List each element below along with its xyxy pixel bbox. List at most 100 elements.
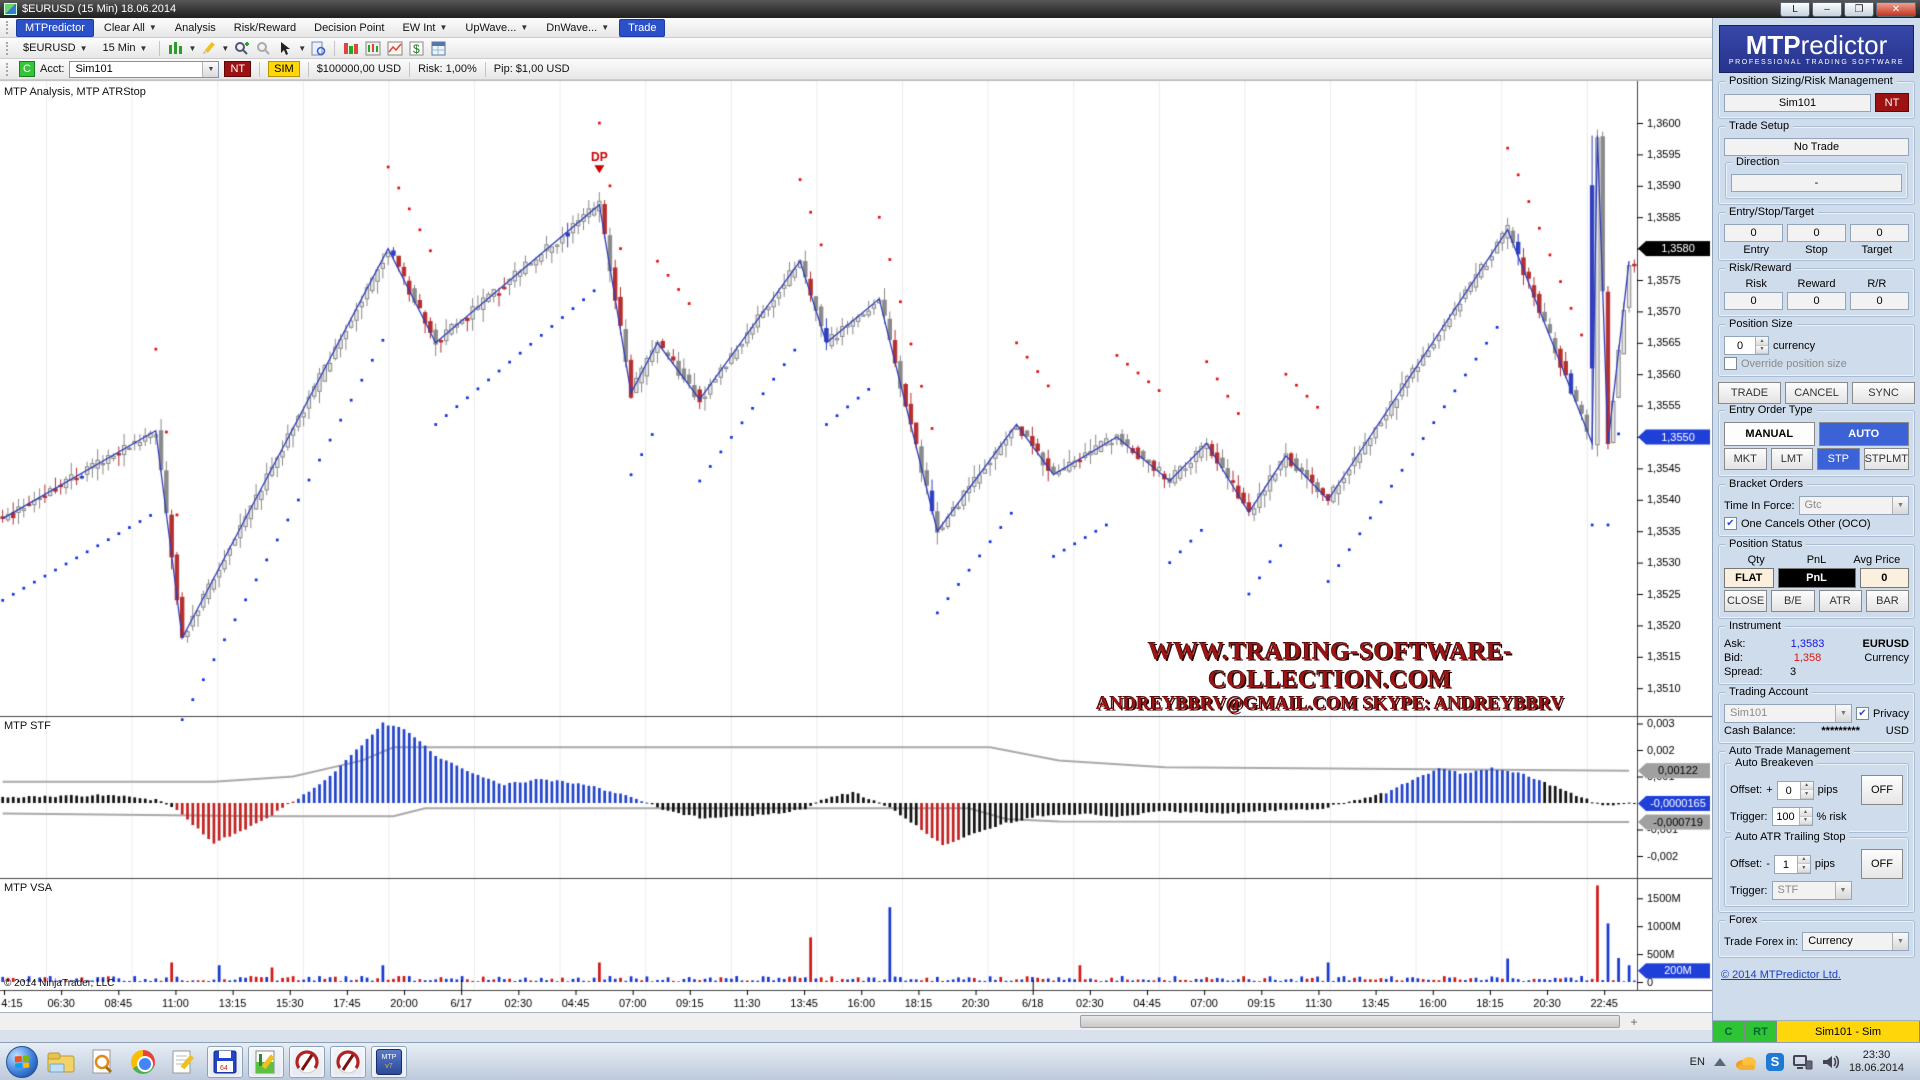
instrument-selector[interactable]: $EURUSD▼ (17, 40, 94, 56)
language-button[interactable]: L (1780, 2, 1810, 17)
tray-date: 18.06.2014 (1849, 1062, 1904, 1075)
start-button[interactable] (6, 1046, 38, 1078)
language-indicator[interactable]: EN (1690, 1056, 1705, 1068)
group-auto-atr-trailing: Auto ATR Trailing Stop Offset: - 1 ▲▼ pi… (1724, 837, 1909, 907)
system-tray: EN S 23:30 18.06.2014 (1690, 1049, 1914, 1075)
spinner-arrows-icon[interactable]: ▲▼ (1800, 782, 1813, 799)
chevron-down-icon: ▼ (149, 23, 157, 32)
spinner-arrows-icon[interactable]: ▲▼ (1799, 808, 1812, 825)
menu-clear-all[interactable]: Clear All▼ (96, 20, 165, 36)
cancel-button[interactable]: CANCEL (1785, 382, 1848, 404)
atr-offset-spinner[interactable]: 1 ▲▼ (1774, 855, 1811, 874)
privacy-checkbox[interactable]: ✔ (1856, 707, 1869, 720)
group-position-sizing: Position Sizing/Risk Management Sim101 N… (1718, 81, 1915, 119)
network-icon[interactable] (1793, 1054, 1813, 1070)
explorer-icon[interactable] (43, 1046, 79, 1078)
account-dropdown[interactable]: Sim101 ▼ (69, 61, 219, 78)
breakeven-button[interactable]: B/E (1771, 590, 1814, 612)
scrollbar-plus-button[interactable]: + (1626, 1014, 1642, 1029)
floppy-save-icon[interactable]: 64 (207, 1046, 243, 1078)
be-trigger-spinner[interactable]: 100 ▲▼ (1772, 807, 1813, 826)
sim-account-chip: Sim101 - Sim (1777, 1021, 1920, 1042)
editor-icon[interactable] (248, 1046, 284, 1078)
pnl-status-field: PnL (1778, 568, 1856, 588)
mkt-button[interactable]: MKT (1724, 448, 1767, 470)
override-checkbox[interactable] (1724, 357, 1737, 370)
menu-upwave[interactable]: UpWave...▼ (457, 20, 536, 36)
auto-mode-button[interactable]: AUTO (1819, 422, 1910, 446)
menu-decision-point[interactable]: Decision Point (306, 20, 392, 36)
spinner-arrows-icon[interactable]: ▲▼ (1797, 856, 1810, 873)
chevron-down-icon[interactable]: ▼ (188, 44, 196, 53)
chart-trader-icon[interactable] (363, 39, 382, 57)
watermark-line2: ANDREYBBRV@GMAIL.COM SKYPE: ANDREYBBRV (1046, 694, 1614, 715)
close-position-button[interactable]: CLOSE (1724, 590, 1767, 612)
tray-chevron-up-icon[interactable] (1714, 1058, 1726, 1066)
be-off-button[interactable]: OFF (1861, 775, 1903, 805)
chevron-down-icon[interactable]: ▼ (298, 44, 306, 53)
manual-mode-button[interactable]: MANUAL (1724, 422, 1815, 446)
zoom-in-icon[interactable] (232, 39, 251, 57)
nt-badge[interactable]: NT (224, 61, 251, 77)
tif-dropdown[interactable]: Gtc ▼ (1799, 496, 1910, 515)
chrome-icon[interactable] (125, 1046, 161, 1078)
cloud-icon[interactable] (1735, 1054, 1757, 1070)
spinner-arrows-icon[interactable]: ▲▼ (1755, 337, 1768, 354)
menu-trade[interactable]: Trade (619, 19, 665, 37)
ninjatrader-icon[interactable] (289, 1046, 325, 1078)
restore-button[interactable]: ❐ (1844, 2, 1874, 17)
menu-dnwave[interactable]: DnWave...▼ (538, 20, 617, 36)
strategy-chart-icon[interactable] (385, 39, 404, 57)
trade-button[interactable]: TRADE (1718, 382, 1781, 404)
oco-checkbox[interactable]: ✔ (1724, 517, 1737, 530)
stplmt-button[interactable]: STPLMT (1864, 448, 1909, 470)
lmt-button[interactable]: LMT (1771, 448, 1814, 470)
mtpredictor-v7-icon[interactable]: MTP v7 (371, 1046, 407, 1078)
menu-mtpredictor[interactable]: MTPredictor (16, 19, 94, 37)
chart-canvas[interactable] (0, 80, 1712, 1012)
menu-analysis[interactable]: Analysis (167, 20, 224, 36)
search-icon[interactable] (84, 1046, 120, 1078)
interval-selector[interactable]: 15 Min▼ (97, 40, 154, 56)
market-analyzer-icon[interactable] (341, 39, 360, 57)
chart-style-icon[interactable] (166, 39, 185, 57)
group-legend: Position Sizing/Risk Management (1725, 75, 1897, 87)
be-offset-spinner[interactable]: 0 ▲▼ (1777, 781, 1814, 800)
cursor-icon[interactable] (276, 39, 295, 57)
drawing-tools-icon[interactable] (199, 39, 218, 57)
ninjatrader-icon[interactable] (330, 1046, 366, 1078)
horizontal-scrollbar[interactable]: + (0, 1012, 1712, 1030)
atr-off-button[interactable]: OFF (1861, 849, 1903, 879)
snapshot-icon[interactable] (309, 39, 328, 57)
trading-account-dropdown[interactable]: Sim101 ▼ (1724, 704, 1852, 723)
scrollbar-thumb[interactable] (1080, 1015, 1620, 1028)
chevron-down-icon: ▼ (202, 62, 218, 77)
atr-trigger-dropdown[interactable]: STF ▼ (1772, 881, 1852, 900)
sim-badge[interactable]: SIM (268, 61, 300, 77)
group-legend: Instrument (1725, 620, 1785, 632)
atr-button[interactable]: ATR (1819, 590, 1862, 612)
account-label: Acct: (40, 63, 64, 75)
mtpredictor-copyright-link[interactable]: © 2014 MTPredictor Ltd. (1721, 969, 1912, 981)
menu-risk-reward[interactable]: Risk/Reward (226, 20, 304, 36)
dollar-icon[interactable]: $ (407, 39, 426, 57)
forex-currency-dropdown[interactable]: Currency ▼ (1802, 932, 1909, 951)
tray-clock[interactable]: 23:30 18.06.2014 (1849, 1049, 1910, 1075)
volume-icon[interactable] (1822, 1054, 1840, 1070)
position-size-spinner[interactable]: 0 ▲▼ (1724, 336, 1769, 355)
stp-button[interactable]: STP (1817, 448, 1860, 470)
zoom-out-icon[interactable] (254, 39, 273, 57)
minimize-button[interactable]: – (1812, 2, 1842, 17)
notepad-icon[interactable] (166, 1046, 202, 1078)
chevron-down-icon[interactable]: ▼ (221, 44, 229, 53)
close-button[interactable]: ✕ (1876, 2, 1916, 17)
group-legend: Bracket Orders (1725, 478, 1807, 490)
skype-icon[interactable]: S (1766, 1053, 1784, 1071)
account-data-icon[interactable] (429, 39, 448, 57)
nt-button[interactable]: NT (1875, 93, 1909, 112)
group-risk-reward: Risk/Reward Risk Reward R/R 0 0 0 (1718, 268, 1915, 317)
rr-field: 0 (1850, 292, 1909, 310)
menu-ew-int[interactable]: EW Int▼ (394, 20, 455, 36)
bar-button[interactable]: BAR (1866, 590, 1909, 612)
sync-button[interactable]: SYNC (1852, 382, 1915, 404)
